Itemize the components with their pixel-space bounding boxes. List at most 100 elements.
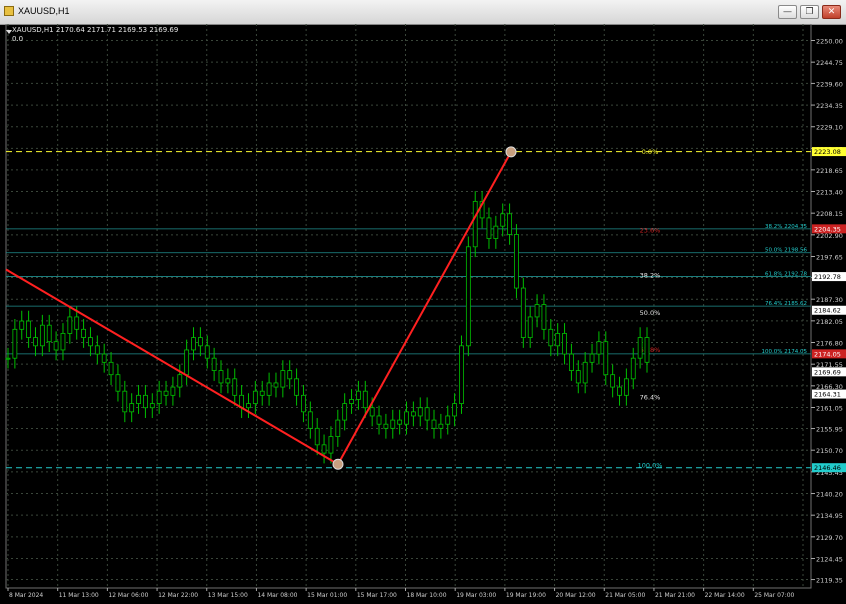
restore-button[interactable]: ❐ xyxy=(800,5,819,19)
y-tick-label: 2218.65 xyxy=(816,167,843,175)
candle-body xyxy=(349,399,354,404)
y-tick-label: 2197.65 xyxy=(816,253,843,261)
indicator-value: 0.0 xyxy=(12,35,24,43)
y-tick-label: 2124.45 xyxy=(816,556,843,564)
candle-body xyxy=(259,390,265,396)
candle-body xyxy=(562,333,567,355)
candle-body xyxy=(582,361,588,384)
fib-percent-label: 23.6% xyxy=(640,226,661,234)
candle-body xyxy=(575,370,581,384)
chart-window: XAUUSD,H1 — ❐ ✕ XAUUSD,H1 2170.64 2171.7… xyxy=(0,0,846,600)
y-tick-label: 2155.95 xyxy=(816,426,843,434)
x-tick-label: 21 Mar 21:00 xyxy=(655,592,695,599)
price-tag-label: 2169.69 xyxy=(814,368,841,376)
candle-body xyxy=(177,374,183,388)
candle-body xyxy=(410,411,416,417)
candle-body xyxy=(459,345,464,404)
candle-body xyxy=(520,287,526,338)
fib-level-label: 61.8% 2192.78 xyxy=(765,272,807,278)
candle-body xyxy=(81,328,86,338)
candle-body xyxy=(603,341,609,376)
candle-body xyxy=(452,403,458,417)
chart-window-icon xyxy=(4,6,14,16)
y-tick-label: 2234.35 xyxy=(816,102,843,110)
candle-body xyxy=(369,407,375,417)
price-chart[interactable]: XAUUSD,H1 2170.64 2171.71 2169.53 2169.6… xyxy=(0,23,846,600)
candle-body xyxy=(328,436,334,454)
fib-level-label: 50.0% 2198.56 xyxy=(765,248,807,254)
candle-body xyxy=(280,370,286,388)
candle-body xyxy=(541,304,547,330)
candle-body xyxy=(314,427,320,446)
candle-body xyxy=(307,411,313,429)
minimize-button[interactable]: — xyxy=(778,5,797,19)
candle-body xyxy=(383,423,389,429)
price-tag-label: 2204.35 xyxy=(814,225,841,233)
candle-body xyxy=(356,390,361,400)
x-tick-label: 8 Mar 2024 xyxy=(9,592,43,599)
candle-body xyxy=(472,201,478,248)
candle-body xyxy=(569,353,574,371)
candle-body xyxy=(225,378,231,384)
candle-body xyxy=(417,407,423,417)
candle-body xyxy=(149,403,155,409)
candle-body xyxy=(232,378,238,396)
candle-body xyxy=(163,390,169,396)
candle-body xyxy=(287,370,293,380)
fib-percent-label: 50.0% xyxy=(640,309,661,317)
price-tag-label: 2184.62 xyxy=(814,307,841,315)
title-bar[interactable]: XAUUSD,H1 — ❐ ✕ xyxy=(0,0,846,25)
candle-body xyxy=(404,411,409,425)
close-button[interactable]: ✕ xyxy=(822,5,841,19)
y-tick-label: 2239.60 xyxy=(816,80,843,88)
y-tick-label: 2187.30 xyxy=(816,296,843,304)
candle-body xyxy=(294,378,299,396)
candle-body xyxy=(211,357,217,371)
candle-body xyxy=(301,394,306,413)
candle-body xyxy=(115,374,121,392)
candle-body xyxy=(321,444,327,454)
candle-body xyxy=(170,386,176,396)
candle-body xyxy=(527,316,533,338)
y-tick-label: 2140.20 xyxy=(816,491,843,499)
candle-body xyxy=(129,403,135,413)
chart-canvas[interactable]: 2250.00 2244.75 2239.60 2234.35 2229.10 2223.… xyxy=(0,23,846,600)
fib-level-label: 76.4% 2185.62 xyxy=(765,301,807,307)
candle-body xyxy=(156,390,162,404)
x-tick-label: 21 Mar 05:00 xyxy=(605,592,645,599)
candle-body xyxy=(67,316,73,334)
candle-body xyxy=(12,328,18,359)
candle-body xyxy=(507,213,512,235)
candle-body xyxy=(46,324,52,343)
y-tick-label: 2129.70 xyxy=(816,534,843,542)
candle-body xyxy=(273,382,279,388)
candle-body xyxy=(252,390,258,404)
x-tick-label: 25 Mar 07:00 xyxy=(754,592,794,599)
x-tick-label: 15 Mar 17:00 xyxy=(357,592,397,599)
candle-body xyxy=(431,419,437,429)
fib-level-label: 100.0% 2174.05 xyxy=(762,349,808,355)
candle-body xyxy=(514,234,519,289)
y-tick-label: 2150.70 xyxy=(816,447,843,455)
candle-body xyxy=(335,419,341,437)
candle-body xyxy=(596,341,602,355)
candle-body xyxy=(637,337,643,359)
candle-body xyxy=(26,320,32,338)
fib-percent-label: 61.8% xyxy=(640,346,661,354)
candle-body xyxy=(397,419,403,425)
candle-body xyxy=(390,419,396,429)
candle-body xyxy=(218,370,224,384)
candle-body xyxy=(143,394,148,409)
x-tick-label: 12 Mar 22:00 xyxy=(158,592,198,599)
candle-body xyxy=(53,341,59,351)
y-tick-label: 2176.80 xyxy=(816,340,843,348)
candle-body xyxy=(184,349,190,376)
y-tick-label: 2182.05 xyxy=(816,318,843,326)
y-tick-label: 2134.95 xyxy=(816,512,843,520)
candle-body xyxy=(548,328,554,347)
candle-body xyxy=(555,333,561,347)
x-tick-label: 19 Mar 19:00 xyxy=(506,592,546,599)
candle-body xyxy=(376,415,382,425)
x-tick-label: 14 Mar 08:00 xyxy=(257,592,297,599)
candle-body xyxy=(362,390,368,409)
